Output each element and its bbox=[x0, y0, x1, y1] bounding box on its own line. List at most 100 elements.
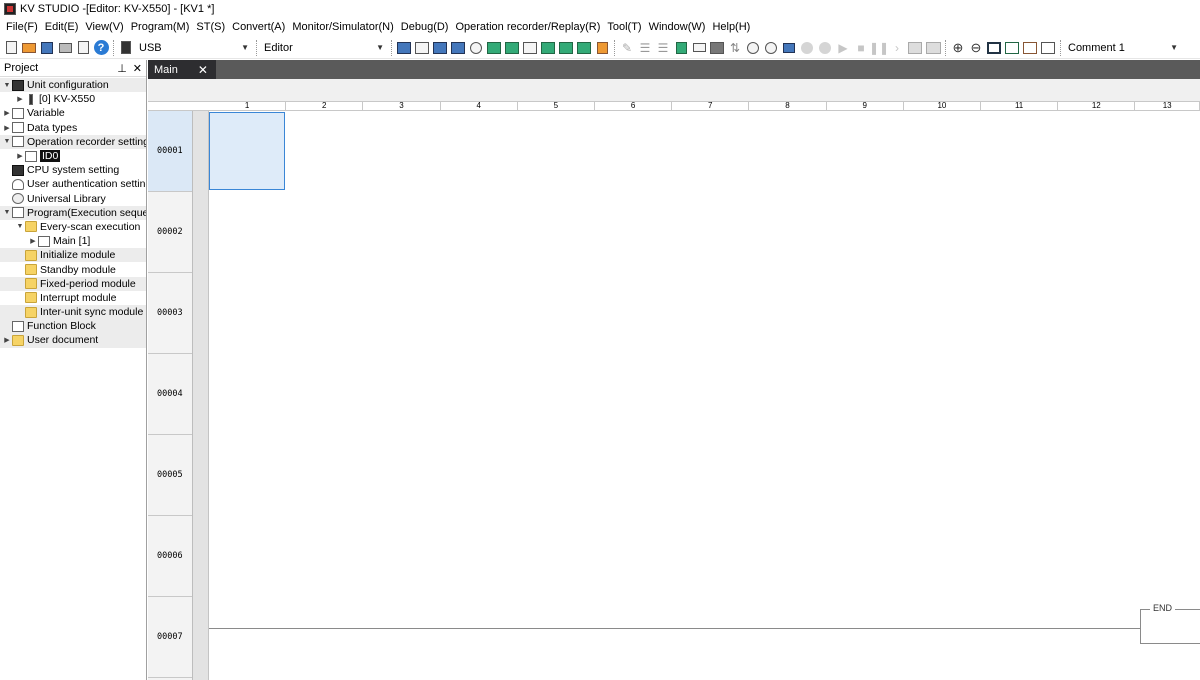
device-comment-icon[interactable] bbox=[709, 40, 725, 56]
timer-icon[interactable] bbox=[763, 40, 779, 56]
print-icon[interactable] bbox=[57, 40, 73, 56]
tree-item[interactable]: ▼ Operation recorder setting bbox=[0, 134, 146, 149]
close-icon[interactable]: ✕ bbox=[198, 63, 208, 77]
open-folder-icon[interactable] bbox=[21, 40, 37, 56]
menu-item-help-h[interactable]: Help(H) bbox=[710, 21, 755, 33]
checklist-icon[interactable] bbox=[673, 40, 689, 56]
read-from-plc-icon[interactable] bbox=[432, 40, 448, 56]
row-number[interactable]: 00002 bbox=[148, 192, 192, 273]
tree-item[interactable]: Initialize module bbox=[0, 248, 146, 263]
menu-item-edit-e[interactable]: Edit(E) bbox=[43, 21, 84, 33]
menu-item-tool-t[interactable]: Tool(T) bbox=[605, 21, 646, 33]
online-edit-icon[interactable] bbox=[558, 40, 574, 56]
simulator-icon[interactable] bbox=[504, 40, 520, 56]
tree-item[interactable]: CPU system setting bbox=[0, 163, 146, 177]
tab-main[interactable]: Main ✕ bbox=[148, 60, 216, 79]
lock-icon[interactable] bbox=[594, 40, 610, 56]
tree-item[interactable]: ▶ ID0 bbox=[0, 149, 146, 163]
transfer-settings-icon[interactable] bbox=[414, 40, 430, 56]
row-number[interactable]: 00001 bbox=[148, 111, 192, 192]
save-icon[interactable] bbox=[39, 40, 55, 56]
close-icon[interactable]: ✕ bbox=[133, 62, 142, 75]
trace-icon[interactable] bbox=[745, 40, 761, 56]
expand-arrow-icon[interactable]: ▼ bbox=[15, 223, 25, 230]
zoom-in-icon[interactable]: ⊕ bbox=[950, 40, 966, 56]
menu-item-view-v[interactable]: View(V) bbox=[83, 21, 128, 33]
ladder-editor[interactable]: 1 2 3 4 5 6 7 8 9 10 11 12 13 00001 00002 00003 00004 00… bbox=[148, 79, 1200, 680]
menu-item-window-w[interactable]: Window(W) bbox=[647, 21, 711, 33]
play-icon[interactable]: ▶ bbox=[835, 40, 851, 56]
fit-width-icon[interactable] bbox=[986, 40, 1002, 56]
collapse-arrow-icon[interactable]: ▶ bbox=[15, 95, 25, 103]
tree-item[interactable]: ▼ Every-scan execution bbox=[0, 220, 146, 234]
new-file-icon[interactable] bbox=[3, 40, 19, 56]
monitor-icon[interactable] bbox=[486, 40, 502, 56]
mail-icon[interactable] bbox=[691, 40, 707, 56]
search-plc-icon[interactable] bbox=[468, 40, 484, 56]
tree-item[interactable]: Standby module bbox=[0, 262, 146, 276]
pencil-icon[interactable]: ✎ bbox=[619, 40, 635, 56]
collapse-arrow-icon[interactable]: ▶ bbox=[2, 124, 12, 132]
menu-item-convert-a[interactable]: Convert(A) bbox=[230, 21, 290, 33]
connection-select[interactable]: USB ▼ bbox=[135, 39, 253, 57]
tree-item[interactable]: ▶ Variable bbox=[0, 106, 146, 120]
tree-item[interactable]: ▶ Data types bbox=[0, 121, 146, 135]
replay-settings-icon[interactable] bbox=[907, 40, 923, 56]
step-forward-icon[interactable]: › bbox=[889, 40, 905, 56]
tree-item[interactable]: ▶ [0] KV-X550 bbox=[0, 92, 146, 106]
tree-item[interactable]: Inter-unit sync module bbox=[0, 305, 146, 320]
record-stop-icon[interactable] bbox=[817, 40, 833, 56]
row-number[interactable]: 00005 bbox=[148, 435, 192, 516]
transfer-to-plc-icon[interactable] bbox=[396, 40, 412, 56]
menu-item-debug-d[interactable]: Debug(D) bbox=[399, 21, 454, 33]
menu-item-st-s[interactable]: ST(S) bbox=[194, 21, 230, 33]
collapse-arrow-icon[interactable]: ▶ bbox=[2, 109, 12, 117]
list-icon[interactable]: ☰ bbox=[637, 40, 653, 56]
comment-select[interactable]: Comment 1 ▼ bbox=[1064, 39, 1182, 57]
tree-item[interactable]: ▶ Main [1] bbox=[0, 234, 146, 248]
row-number[interactable]: 00004 bbox=[148, 354, 192, 435]
expand-arrow-icon[interactable]: ▼ bbox=[2, 82, 12, 89]
row-number[interactable]: 00007 bbox=[148, 597, 192, 678]
time-chart-icon[interactable] bbox=[925, 40, 941, 56]
tree-item[interactable]: User authentication setting bbox=[0, 177, 146, 191]
device-monitor-icon[interactable] bbox=[522, 40, 538, 56]
comment-display-icon[interactable] bbox=[1040, 40, 1056, 56]
record-icon[interactable] bbox=[799, 40, 815, 56]
verify-icon[interactable] bbox=[450, 40, 466, 56]
tree-item[interactable]: ▶ User document bbox=[0, 333, 146, 348]
menu-item-program-m[interactable]: Program(M) bbox=[129, 21, 195, 33]
tree-item[interactable]: ▼ Unit configuration bbox=[0, 78, 146, 93]
collapse-arrow-icon[interactable]: ▶ bbox=[2, 336, 12, 344]
help-icon[interactable]: ? bbox=[93, 40, 109, 56]
tree-item[interactable]: ▼ Program(Execution sequence) bbox=[0, 205, 146, 220]
tree-item[interactable]: Fixed-period module bbox=[0, 276, 146, 291]
row-number[interactable]: 00003 bbox=[148, 273, 192, 354]
mode-select[interactable]: Editor ▼ bbox=[260, 39, 388, 57]
register-monitor-icon[interactable] bbox=[540, 40, 556, 56]
tree-item[interactable]: Function Block bbox=[0, 319, 146, 334]
unit-monitor-icon[interactable] bbox=[576, 40, 592, 56]
collapse-arrow-icon[interactable]: ▶ bbox=[28, 237, 38, 245]
step-icon[interactable]: ⇅ bbox=[727, 40, 743, 56]
column-number: 11 bbox=[981, 101, 1059, 111]
zoom-out-icon[interactable]: ⊖ bbox=[968, 40, 984, 56]
selected-cell[interactable] bbox=[209, 112, 285, 190]
menu-item-monitor-simulator-n[interactable]: Monitor/Simulator(N) bbox=[290, 21, 398, 33]
display-16-icon[interactable] bbox=[1022, 40, 1038, 56]
breakpoint-icon[interactable] bbox=[781, 40, 797, 56]
collapse-arrow-icon[interactable]: ▶ bbox=[15, 152, 25, 160]
stop-icon[interactable]: ■ bbox=[853, 40, 869, 56]
tree-item[interactable]: Universal Library bbox=[0, 192, 146, 206]
expand-arrow-icon[interactable]: ▼ bbox=[2, 209, 12, 216]
menu-item-operation-recorder-replay-r[interactable]: Operation recorder/Replay(R) bbox=[453, 21, 605, 33]
pin-icon[interactable]: ⊥ bbox=[117, 62, 127, 75]
pause-icon[interactable]: ❚❚ bbox=[869, 40, 889, 56]
column-width-icon[interactable] bbox=[1004, 40, 1020, 56]
list-numbered-icon[interactable]: ☰ bbox=[655, 40, 671, 56]
expand-arrow-icon[interactable]: ▼ bbox=[2, 138, 12, 145]
tree-item[interactable]: Interrupt module bbox=[0, 291, 146, 305]
menu-item-file-f[interactable]: File(F) bbox=[4, 21, 43, 33]
print-preview-icon[interactable] bbox=[75, 40, 91, 56]
row-number[interactable]: 00006 bbox=[148, 516, 192, 597]
